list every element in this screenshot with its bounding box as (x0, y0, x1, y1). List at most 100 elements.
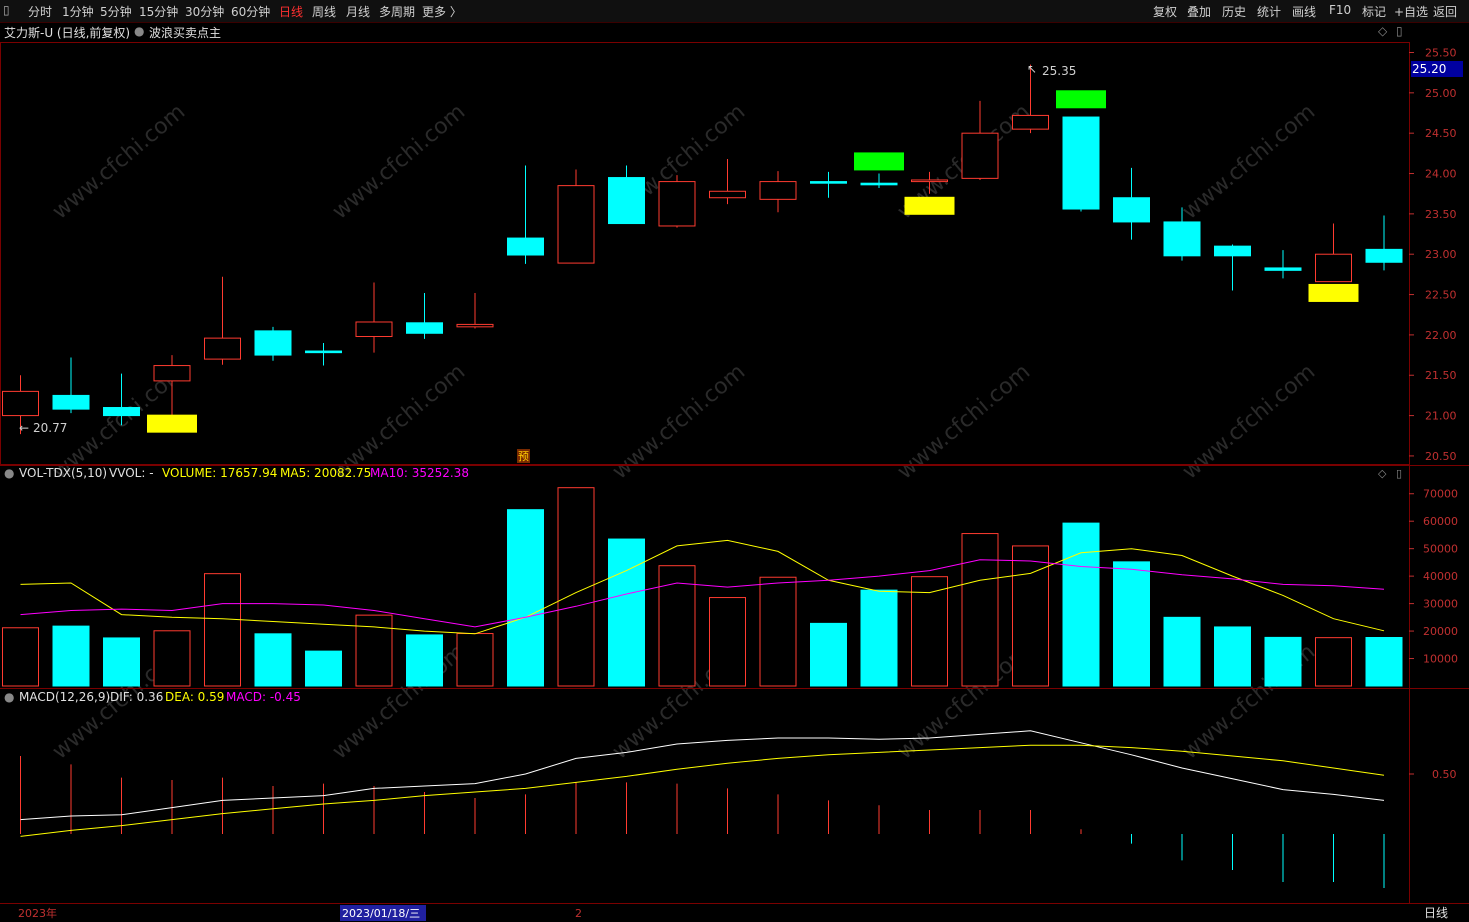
vol-tick-label: 40000 (1423, 570, 1458, 583)
macd-tick-label: 0.50 (1432, 768, 1457, 781)
candle-body (305, 350, 342, 354)
volume-bar (810, 622, 847, 687)
candle-body (103, 407, 140, 417)
vol-vvol: VVOL: - (109, 466, 154, 480)
candle-body (557, 185, 595, 264)
candle (406, 292, 443, 339)
candle-body (759, 181, 797, 200)
vol-diamond-icon[interactable]: ◇ (1378, 467, 1387, 480)
candle-body (860, 182, 898, 186)
volume-bar (254, 633, 292, 687)
volume-bars (2, 487, 1403, 687)
vol-circle-icon[interactable]: ● (4, 466, 14, 480)
candle (254, 326, 292, 361)
vol-volume: VOLUME: 17657.94 (162, 466, 277, 480)
sell-signal (854, 152, 904, 171)
signals (147, 90, 1359, 433)
candle (1264, 250, 1302, 279)
volume-bar (204, 573, 241, 687)
volume-bar (1315, 637, 1352, 687)
candle (204, 276, 241, 365)
watermark-text: www.cfchi.com (328, 99, 470, 224)
candle-body (1214, 245, 1251, 257)
candle-body (709, 190, 746, 199)
candle (1113, 167, 1150, 240)
price-tick-label: 21.50 (1425, 369, 1457, 382)
candle-body (1365, 248, 1403, 263)
macd-dif: DIF: 0.36 (110, 690, 163, 704)
dea-line (20, 744, 1385, 837)
candles (2, 64, 1403, 435)
watermark-text: www.cfchi.com (328, 639, 470, 764)
watermark-text: www.cfchi.com (48, 99, 190, 224)
volume-bar (709, 597, 746, 687)
vol-tick-label: 30000 (1423, 598, 1458, 611)
candle (1062, 116, 1100, 212)
kline-chart[interactable]: www.cfchi.com www.cfchi.com www.cfchi.com w… (0, 0, 1469, 922)
volume-bar (153, 630, 191, 687)
volume-bar (2, 627, 39, 687)
pre-marker: 预 (518, 450, 529, 463)
volume-bar (1062, 522, 1100, 687)
volume-bar (52, 625, 90, 687)
candle (355, 282, 393, 353)
volume-bar (1214, 626, 1251, 687)
candle (1365, 215, 1403, 271)
macd-title: MACD(12,26,9) (19, 690, 110, 704)
price-tick-label: 25.50 (1425, 46, 1457, 59)
vol-title: VOL-TDX(5,10) (19, 466, 107, 480)
candle-body (911, 179, 948, 183)
candle (810, 171, 847, 198)
vol-ma10: MA10: 35252.38 (370, 466, 469, 480)
price-tick-label: 23.00 (1425, 248, 1457, 261)
volume-bar (961, 533, 999, 687)
bottom-month: 2 (575, 907, 582, 920)
candle-body (2, 390, 39, 417)
candle (507, 165, 544, 264)
high-arrow-icon: ↖ (1027, 62, 1037, 76)
volume-bar (1113, 561, 1150, 687)
vol-tick-label: 10000 (1423, 653, 1458, 666)
candle (557, 169, 595, 264)
candle-body (406, 322, 443, 334)
vol-tick-label: 50000 (1423, 543, 1458, 556)
bottom-date: 2023/01/18/三 (342, 907, 420, 920)
candle-body (1264, 267, 1302, 271)
volume-axis: 70000 60000 50000 40000 30000 20000 10000 (1409, 488, 1458, 666)
candle-body (658, 181, 696, 227)
vol-tick-label: 20000 (1423, 625, 1458, 638)
candle (1315, 223, 1352, 283)
volume-bar (1365, 636, 1403, 687)
watermark-text: www.cfchi.com (1178, 99, 1320, 224)
candle-body (1113, 197, 1150, 223)
candle (860, 173, 898, 189)
macd-value: MACD: -0.45 (226, 690, 301, 704)
candle-body (1315, 253, 1352, 283)
candle-body (961, 132, 999, 179)
volume-bar (103, 637, 140, 687)
volume-bar (305, 650, 342, 687)
bottom-period[interactable]: 日线 (1424, 906, 1448, 920)
candle-body (1062, 116, 1100, 210)
candle (608, 165, 645, 225)
macd-axis: 0.50 (1409, 768, 1457, 781)
bottom-year: 2023年 (18, 906, 57, 920)
price-axis: 25.50 25.00 24.50 24.00 23.50 23.00 22.50 22.00… (1409, 46, 1457, 463)
sell-signal (1056, 90, 1106, 109)
vol-pin-icon[interactable]: ▯ (1396, 467, 1402, 480)
price-tick-label: 23.50 (1425, 208, 1457, 221)
low-label: 20.77 (33, 421, 67, 435)
candle-body (52, 394, 90, 410)
high-label: 25.35 (1042, 64, 1076, 78)
macd-circle-icon[interactable]: ● (4, 690, 14, 704)
candle (1214, 244, 1251, 291)
candle-body (153, 365, 191, 382)
current-price-label: 25.20 (1412, 62, 1446, 76)
price-tick-label: 22.00 (1425, 329, 1457, 342)
volume-bar (860, 589, 898, 687)
candle (456, 292, 494, 329)
volume-bar (1264, 636, 1302, 687)
candle (658, 175, 696, 228)
candle-body (254, 330, 292, 356)
candle (709, 158, 746, 205)
